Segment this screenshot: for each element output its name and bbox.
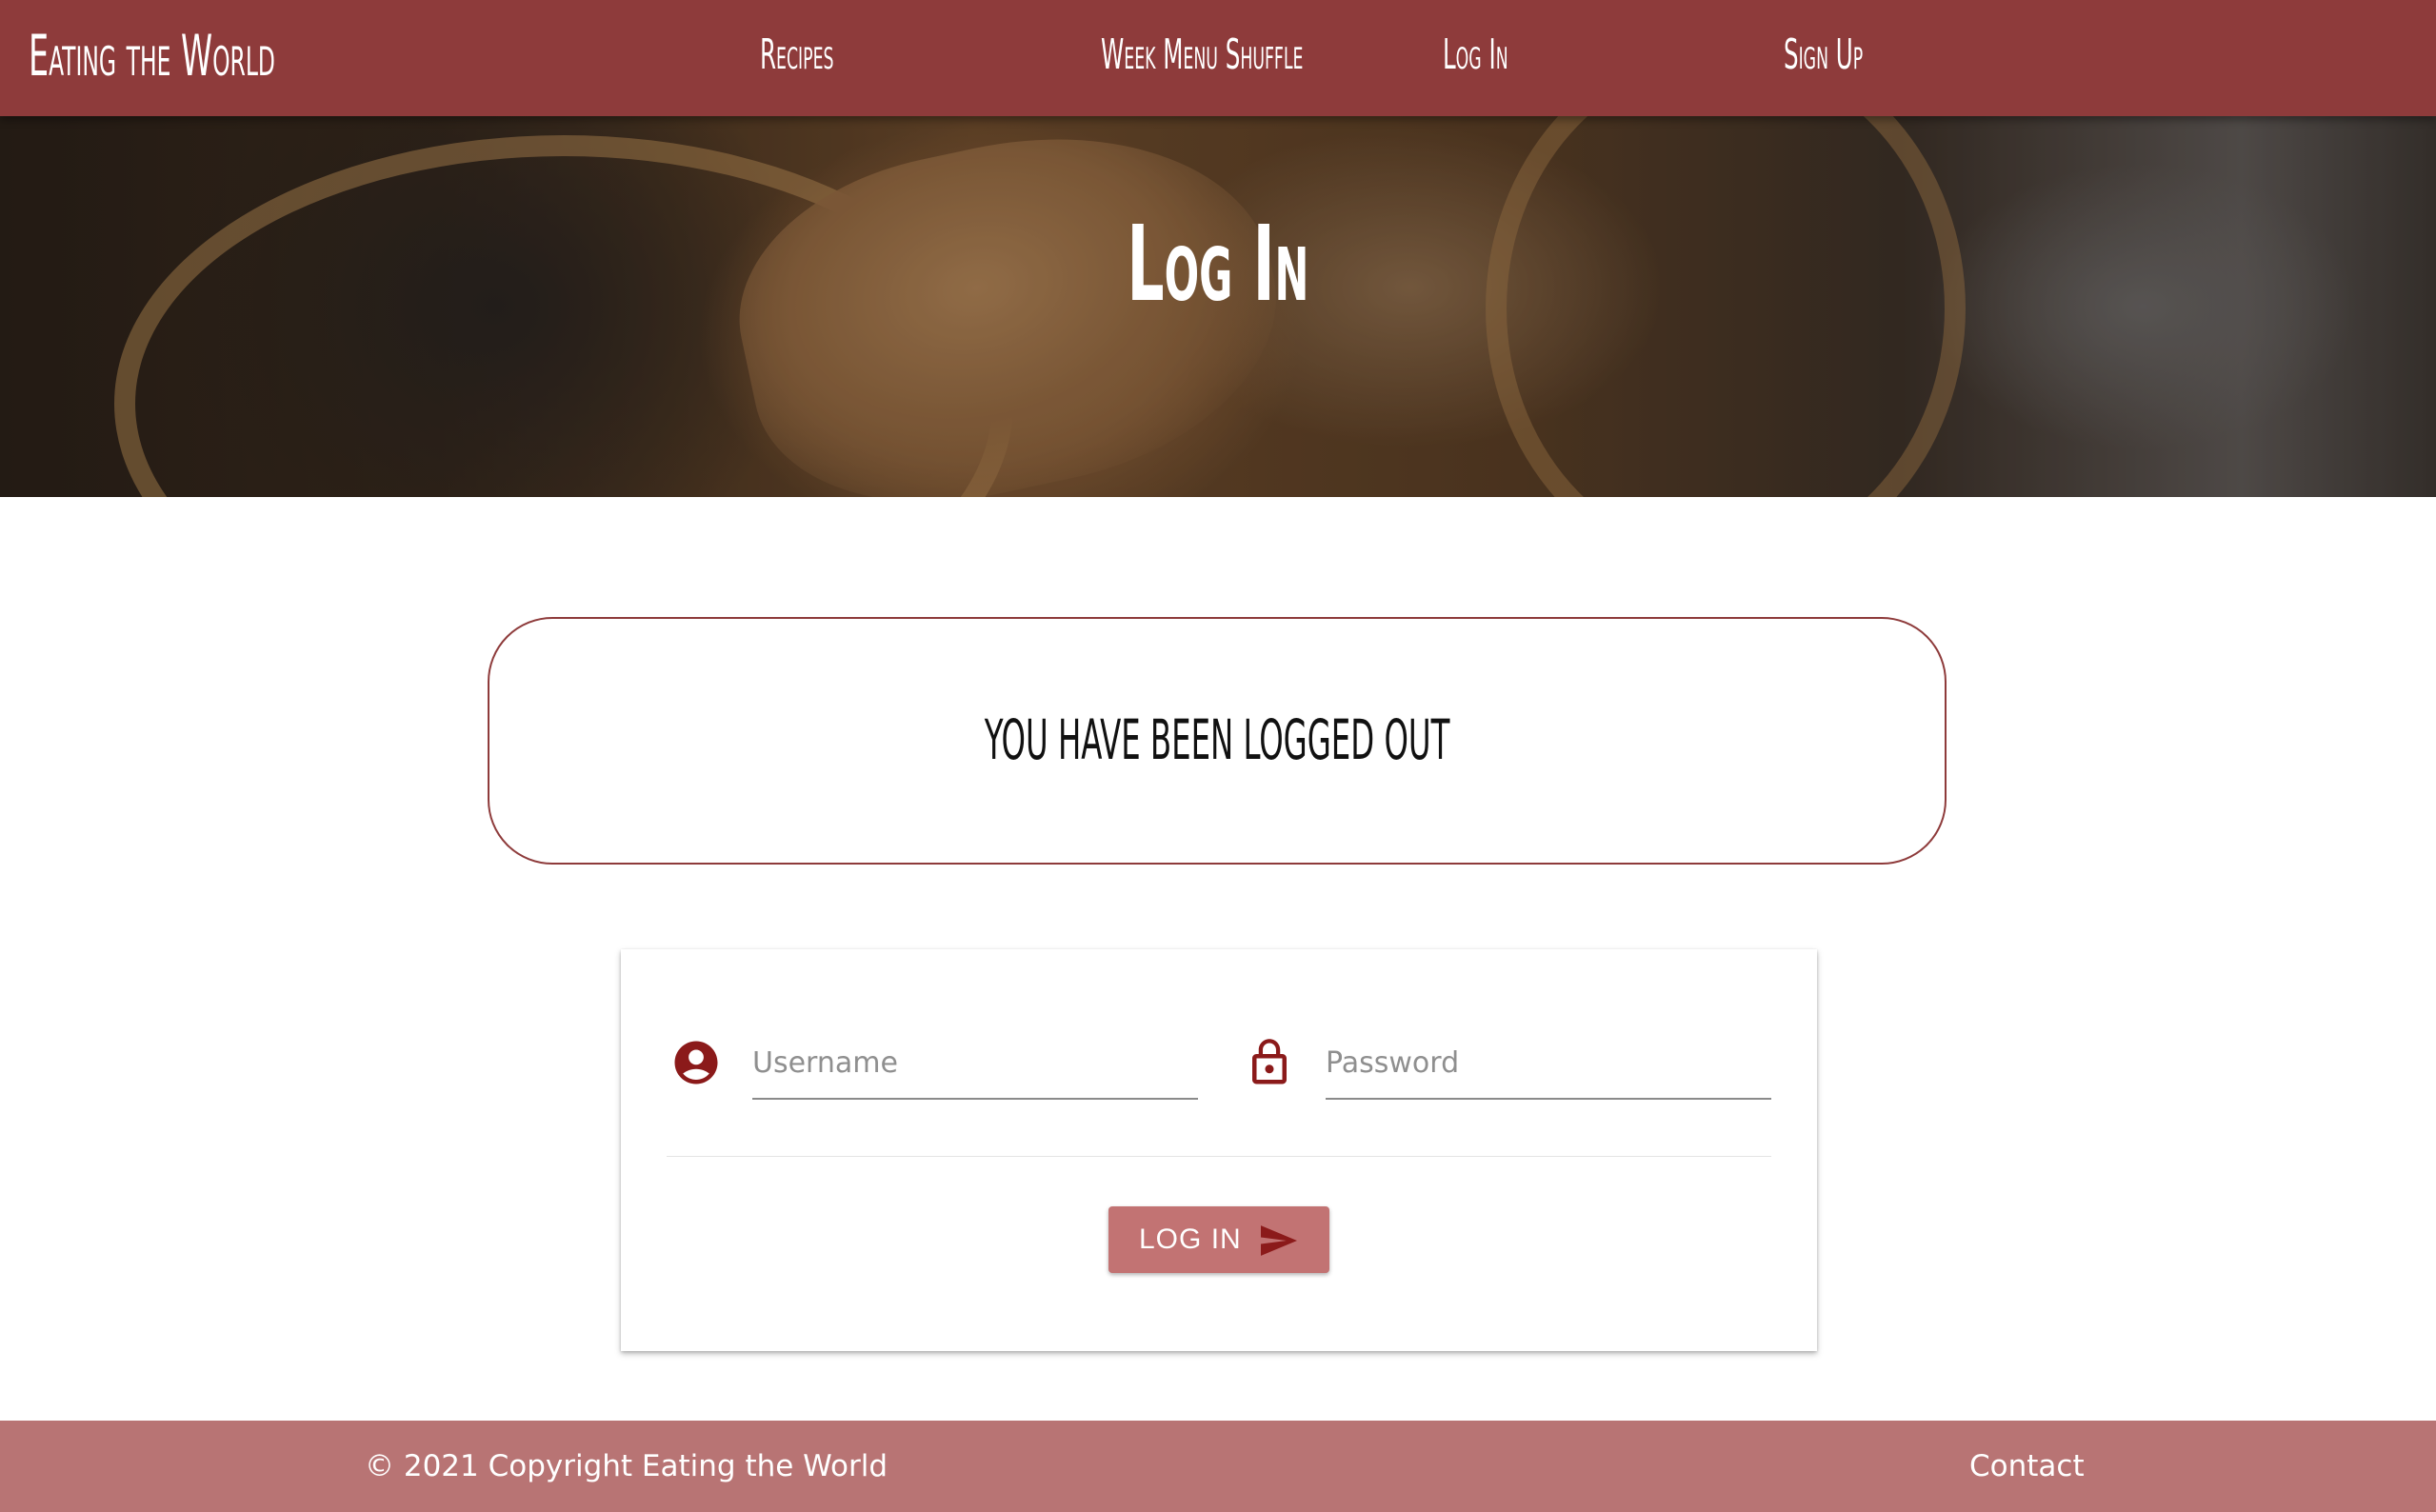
send-icon (1261, 1225, 1297, 1256)
brand-link[interactable]: Eating the World (29, 23, 427, 90)
login-form: LOG IN (621, 949, 1817, 1351)
nav-item-recipes[interactable]: Recipes (760, 27, 879, 84)
password-input[interactable] (1326, 1031, 1771, 1094)
top-navbar: Eating the World Recipes Week Menu Shuff… (0, 0, 2436, 116)
username-input[interactable] (752, 1031, 1198, 1094)
nav-item-recipes-label: Recipes (760, 30, 834, 79)
nav-item-log-in[interactable]: Log In (1443, 27, 1548, 84)
nav-item-week-menu-shuffle-label: Week Menu Shuffle (1101, 30, 1304, 79)
log-in-button-label: LOG IN (1139, 1224, 1242, 1255)
username-field (752, 1031, 1198, 1100)
logout-message-label: You have been logged out (984, 707, 1450, 772)
footer: © 2021 Copyright Eating the World Contac… (0, 1421, 2436, 1512)
hero-title: Log In (0, 202, 2436, 327)
card-divider (667, 1156, 1771, 1157)
nav-item-week-menu-shuffle[interactable]: Week Menu Shuffle (1101, 27, 1428, 84)
brand-label: Eating the World (29, 23, 275, 90)
footer-contact-link[interactable]: Contact (1969, 1421, 2085, 1512)
nav-item-log-in-label: Log In (1443, 30, 1508, 79)
nav-item-sign-up[interactable]: Sign Up (1784, 27, 1911, 84)
nav-item-sign-up-label: Sign Up (1784, 30, 1864, 79)
logout-message-box: You have been logged out (488, 617, 1947, 865)
password-field (1326, 1031, 1771, 1100)
hero-title-label: Log In (1127, 203, 1309, 325)
footer-copyright: © 2021 Copyright Eating the World (365, 1449, 889, 1483)
log-in-button[interactable]: LOG IN (1108, 1206, 1329, 1273)
hero-banner: Log In (0, 116, 2436, 497)
account-circle-icon (674, 1041, 718, 1084)
lock-open-icon (1252, 1039, 1287, 1084)
logout-message: You have been logged out (489, 706, 1945, 774)
